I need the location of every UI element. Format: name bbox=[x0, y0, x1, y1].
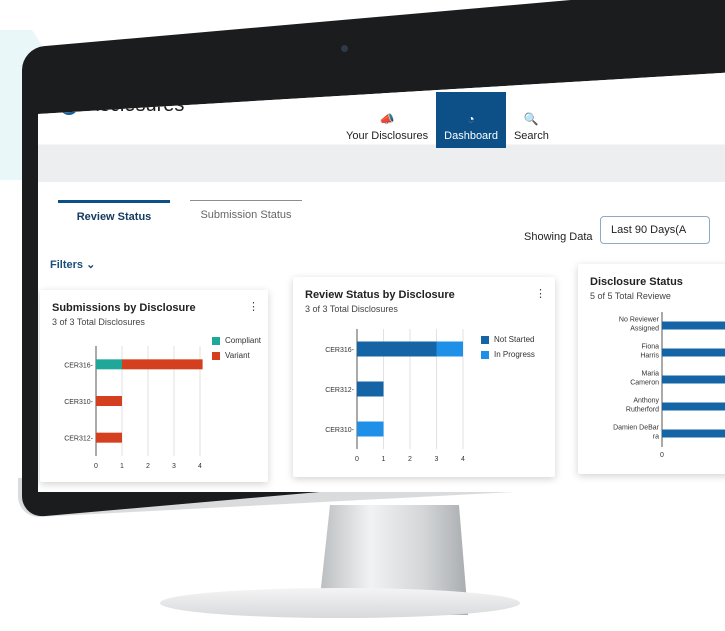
legend-item[interactable]: Compliant bbox=[212, 336, 261, 345]
y-tick-label: CER316- bbox=[64, 362, 93, 369]
legend-item[interactable]: Not Started bbox=[481, 335, 535, 344]
legend-swatch bbox=[481, 350, 489, 359]
filters-toggle[interactable]: Filters ⌄ bbox=[50, 258, 95, 271]
legend-label: In Progress bbox=[494, 350, 535, 359]
x-tick-label: 2 bbox=[408, 456, 412, 463]
bar-reviewer bbox=[662, 429, 725, 438]
y-tick-label: Fiona Harris bbox=[640, 344, 659, 360]
tab-submission-status[interactable]: Submission Status bbox=[190, 200, 302, 223]
legend-item[interactable]: In Progress bbox=[481, 350, 535, 359]
x-tick-label: 1 bbox=[120, 463, 124, 470]
x-tick-label: 0 bbox=[94, 463, 98, 470]
review-status-chart: 0 1 2 3 4 CER316- CER312- CER310- bbox=[325, 329, 465, 463]
nav-item-label: Your Disclosures bbox=[346, 130, 429, 142]
chevron-down-icon: ⌄ bbox=[86, 259, 96, 271]
monitor: Disclosures 📣Your Disclosures◔Dashboard🔍… bbox=[0, 0, 725, 631]
dashboard-tabs: Review Status Submission Status bbox=[58, 200, 302, 223]
card-review-status-by-disclosure: Review Status by Disclosure 3 of 3 Total… bbox=[293, 277, 555, 477]
submissions-chart: 0 1 2 3 4 CER316- CER310- CER312- bbox=[64, 346, 203, 470]
nav-item-dashboard[interactable]: ◔ Dashboard bbox=[436, 92, 506, 148]
bar-not-started bbox=[357, 341, 437, 357]
x-tick-label: 0 bbox=[355, 456, 359, 463]
x-tick-label: 0 bbox=[660, 452, 664, 459]
legend-label: Not Started bbox=[494, 335, 535, 344]
disclosure-status-chart: 0 No Reviewer Assigned Fiona Harris Maria Came… bbox=[613, 312, 725, 459]
y-tick-label: CER310- bbox=[325, 427, 354, 434]
bar-in-progress bbox=[436, 341, 463, 357]
filters-label: Filters bbox=[50, 259, 84, 271]
bar-reviewer bbox=[662, 321, 725, 330]
date-range-select[interactable]: Last 90 Days(A bbox=[600, 216, 710, 244]
stage: Disclosures 📣Your Disclosures◔Dashboard🔍… bbox=[0, 0, 725, 631]
nav-item-search[interactable]: 🔍 Search bbox=[506, 92, 557, 148]
legend-label: Compliant bbox=[225, 336, 262, 345]
screen: Disclosures 📣Your Disclosures◔Dashboard🔍… bbox=[38, 72, 725, 492]
card-disclosure-status: Disclosure Status 5 of 5 Total Reviewe 0… bbox=[578, 264, 725, 474]
showing-data-label: Showing Data bbox=[524, 231, 593, 243]
y-tick-label: CER312- bbox=[325, 387, 354, 394]
y-tick-label: CER312- bbox=[64, 436, 93, 443]
tab-review-status[interactable]: Review Status bbox=[58, 200, 170, 223]
legend-swatch bbox=[212, 336, 220, 345]
bar-reviewer bbox=[662, 402, 725, 411]
megaphone-icon: 📣 bbox=[379, 112, 395, 126]
y-tick-label: CER316- bbox=[325, 347, 354, 354]
webcam-icon bbox=[341, 45, 348, 52]
bar-not-started bbox=[357, 381, 384, 397]
nav-item-your-disclosures[interactable]: 📣 Your Disclosures bbox=[338, 92, 436, 148]
x-tick-label: 3 bbox=[172, 463, 176, 470]
y-tick-label: No Reviewer Assigned bbox=[619, 317, 660, 333]
nav-item-label: Dashboard bbox=[444, 130, 498, 142]
bar-variant bbox=[122, 359, 203, 370]
x-tick-label: 4 bbox=[461, 456, 465, 463]
bar-in-progress bbox=[357, 421, 384, 437]
bar-variant bbox=[96, 396, 122, 406]
chart-legend: Compliant Variant bbox=[212, 336, 261, 366]
legend-swatch bbox=[212, 351, 220, 360]
y-tick-label: CER310- bbox=[64, 399, 93, 406]
bar-reviewer bbox=[662, 375, 725, 384]
bar-compliant bbox=[96, 359, 122, 370]
y-tick-label: Maria Cameron bbox=[630, 371, 659, 387]
nav-item-label: Search bbox=[513, 130, 549, 142]
x-tick-label: 3 bbox=[435, 456, 439, 463]
y-tick-label: Anthony Rutherford bbox=[626, 398, 660, 414]
bar-reviewer bbox=[662, 348, 725, 357]
main-nav: 📣 Your Disclosures ◔ Dashboard 🔍 Search bbox=[338, 92, 557, 148]
gauge-icon: ◔ bbox=[467, 112, 475, 126]
y-tick-label: Damien DeBar ra bbox=[613, 425, 660, 441]
bar-variant bbox=[96, 432, 122, 443]
card-submissions-by-disclosure: Submissions by Disclosure 3 of 3 Total D… bbox=[40, 290, 268, 482]
legend-item[interactable]: Variant bbox=[212, 351, 261, 360]
legend-swatch bbox=[481, 335, 489, 344]
x-tick-label: 2 bbox=[146, 463, 150, 470]
chart-legend: Not Started In Progress bbox=[481, 335, 535, 365]
legend-label: Variant bbox=[225, 351, 250, 360]
search-icon: 🔍 bbox=[523, 112, 539, 126]
x-tick-label: 4 bbox=[198, 463, 202, 470]
x-tick-label: 1 bbox=[382, 456, 386, 463]
